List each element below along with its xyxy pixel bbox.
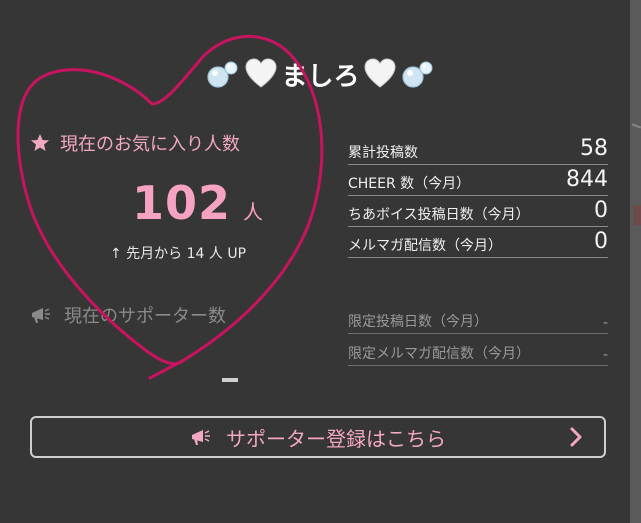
stat-value: 0 bbox=[594, 229, 608, 254]
stat-row-limited-mailmag: 限定メルマガ配信数（今月） - bbox=[348, 334, 608, 366]
favorites-heading-label: 現在のお気に入り人数 bbox=[60, 134, 240, 155]
favorites-count: 102 人 bbox=[132, 176, 263, 230]
stat-row-cheer: CHEER 数（今月） 844 bbox=[348, 165, 608, 196]
supporter-register-label: サポーター登録はこちら bbox=[226, 426, 446, 451]
supporters-heading-label: 現在のサポーター数 bbox=[64, 306, 226, 327]
supporters-count-value bbox=[222, 378, 238, 382]
profile-name: ましろ bbox=[281, 61, 360, 92]
stat-value: - bbox=[602, 347, 608, 363]
supporter-register-button[interactable]: サポーター登録はこちら bbox=[30, 416, 606, 458]
stat-label: CHEER 数（今月） bbox=[348, 176, 471, 192]
star-icon bbox=[31, 134, 49, 151]
favorites-count-unit: 人 bbox=[243, 200, 264, 224]
stat-label: 限定メルマガ配信数（今月） bbox=[348, 346, 530, 362]
stats-list: 累計投稿数 58 CHEER 数（今月） 844 ちあボイス投稿日数（今月） 0… bbox=[348, 134, 608, 258]
megaphone-icon bbox=[32, 308, 50, 323]
stat-value: 58 bbox=[580, 136, 608, 161]
bubbles-icon bbox=[207, 61, 238, 88]
white-heart-icon bbox=[363, 58, 396, 88]
stat-value: 0 bbox=[594, 198, 608, 223]
favorites-heading: 現在のお気に入り人数 bbox=[30, 130, 240, 156]
megaphone-icon bbox=[192, 430, 210, 445]
stat-label: 限定投稿日数（今月） bbox=[348, 314, 488, 330]
favorites-count-number: 102 bbox=[132, 176, 232, 230]
profile-title: ましろ bbox=[0, 52, 641, 96]
chevron-right-icon bbox=[570, 427, 582, 447]
stat-row-mailmag: メルマガ配信数（今月） 0 bbox=[348, 227, 608, 258]
strip-mark bbox=[631, 123, 641, 129]
favorites-delta: ↑ 先月から 14 人 UP bbox=[110, 246, 247, 262]
stat-label: ちあボイス投稿日数（今月） bbox=[348, 207, 530, 223]
bubbles-icon bbox=[401, 61, 432, 88]
white-heart-icon bbox=[245, 58, 277, 88]
stat-value: 844 bbox=[566, 167, 608, 192]
supporters-heading: 現在のサポーター数 bbox=[30, 302, 226, 328]
stat-row-voice-days: ちあボイス投稿日数（今月） 0 bbox=[348, 196, 608, 227]
stat-row-total-posts: 累計投稿数 58 bbox=[348, 134, 608, 165]
stat-label: メルマガ配信数（今月） bbox=[348, 238, 502, 254]
stat-row-limited-posts: 限定投稿日数（今月） - bbox=[348, 302, 608, 334]
stat-label: 累計投稿数 bbox=[348, 145, 418, 161]
limited-stats-list: 限定投稿日数（今月） - 限定メルマガ配信数（今月） - bbox=[348, 302, 608, 366]
stat-value: - bbox=[602, 315, 608, 331]
strip-mark bbox=[633, 205, 641, 225]
